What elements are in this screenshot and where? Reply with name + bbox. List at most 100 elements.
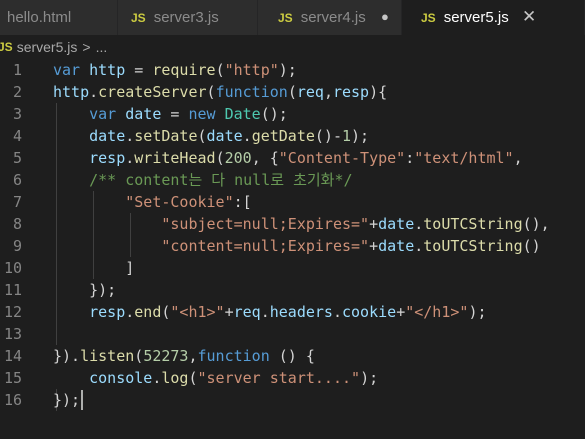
code-token: . xyxy=(242,127,252,145)
js-file-icon: JS xyxy=(421,10,436,25)
code-text: resp.writeHead(200, {"Content-Type":"tex… xyxy=(53,147,523,169)
code-token: ); xyxy=(278,61,297,79)
code-token: function xyxy=(215,83,288,101)
code-line[interactable]: 12 resp.end("<h1>"+req.headers.cookie+"<… xyxy=(0,301,585,323)
code-token: ); xyxy=(351,127,370,145)
code-token: log xyxy=(161,369,189,387)
code-text: var http = require("http"); xyxy=(53,59,297,81)
line-number: 7 xyxy=(12,193,22,211)
breadcrumb-more[interactable]: ... xyxy=(96,39,108,55)
code-token: req xyxy=(296,83,324,101)
code-token: ( xyxy=(134,347,144,365)
code-line[interactable]: 1 var http = require("http"); xyxy=(0,59,585,81)
code-token: ( xyxy=(287,83,297,101)
code-line[interactable]: 15 console.log("server start...."); xyxy=(0,367,585,389)
breadcrumb-file[interactable]: server5.js xyxy=(17,39,78,55)
code-line[interactable]: 6 /** content는 다 null로 초기화*/ xyxy=(0,169,585,191)
line-number: 11 xyxy=(3,281,22,299)
code-token: createServer xyxy=(98,83,207,101)
code-token: (), xyxy=(522,215,550,233)
code-token: . xyxy=(125,303,135,321)
code-line[interactable]: 13 xyxy=(0,323,585,345)
code-text: }).listen(52273,function () { xyxy=(53,345,315,367)
code-token: ( xyxy=(197,127,207,145)
code-token: ( xyxy=(215,61,225,79)
code-token: end xyxy=(134,303,162,321)
code-token: date xyxy=(378,215,415,233)
code-line[interactable]: 4 date.setDate(date.getDate()-1); xyxy=(0,125,585,147)
unsaved-changes-dot-icon[interactable]: ● xyxy=(381,9,389,24)
code-token: . xyxy=(414,215,424,233)
line-number: 2 xyxy=(12,83,22,101)
code-token: var xyxy=(89,105,117,123)
code-text: "subject=null;Expires="+date.toUTCString… xyxy=(53,213,550,235)
editor-tab-bar: hello.html JS server3.js JS server4.js ●… xyxy=(0,0,585,35)
line-number: 10 xyxy=(3,259,22,277)
code-editor[interactable]: 1 var http = require("http"); 2 http.create… xyxy=(0,59,585,439)
code-token: toUTCString xyxy=(423,237,523,255)
code-token: + xyxy=(396,303,406,321)
code-token: Date xyxy=(224,105,261,123)
line-number: 9 xyxy=(12,237,22,255)
tab-server4-js[interactable]: JS server4.js ● xyxy=(258,0,402,35)
code-token: http xyxy=(53,83,90,101)
code-line[interactable]: 14}).listen(52273,function () { xyxy=(0,345,585,367)
code-token: "content=null;Expires=" xyxy=(161,237,370,255)
code-token: ); xyxy=(360,369,379,387)
code-token: () xyxy=(522,237,541,255)
code-token: = xyxy=(125,61,153,79)
code-token: ){ xyxy=(369,83,388,101)
code-token: . xyxy=(89,83,99,101)
code-token: + xyxy=(224,303,234,321)
tab-server5-js[interactable]: JS server5.js ✕ xyxy=(402,0,585,35)
code-token: "http" xyxy=(224,61,279,79)
code-token: http xyxy=(89,61,126,79)
code-token: req xyxy=(233,303,261,321)
code-token: "<h1>" xyxy=(170,303,225,321)
code-token: = xyxy=(161,105,189,123)
code-line[interactable]: 8 "subject=null;Expires="+date.toUTCStri… xyxy=(0,213,585,235)
line-number: 4 xyxy=(12,127,22,145)
tab-label: server4.js xyxy=(300,9,366,26)
tab-server3-js[interactable]: JS server3.js xyxy=(118,0,258,35)
code-token: }); xyxy=(53,391,81,409)
code-token: , xyxy=(513,149,523,167)
chevron-right-icon: > xyxy=(82,39,91,55)
code-token: "server start...." xyxy=(197,369,361,387)
code-line[interactable]: 7 "Set-Cookie":[ xyxy=(0,191,585,213)
js-file-icon: JS xyxy=(131,10,146,25)
code-token: resp xyxy=(89,303,126,321)
code-text: "Set-Cookie":[ xyxy=(53,191,251,213)
code-token: 200 xyxy=(224,149,252,167)
line-number: 1 xyxy=(12,61,22,79)
code-line[interactable]: 10 ] xyxy=(0,257,585,279)
code-token: date xyxy=(378,237,415,255)
code-token: ( xyxy=(206,83,216,101)
code-token: . xyxy=(260,303,270,321)
js-file-icon: JS xyxy=(278,10,293,25)
code-line[interactable]: 11 }); xyxy=(0,279,585,301)
tab-hello-html[interactable]: hello.html xyxy=(0,0,118,35)
code-text: console.log("server start...."); xyxy=(53,367,378,389)
tab-label: server3.js xyxy=(153,9,219,26)
code-line[interactable]: 3 var date = new Date(); xyxy=(0,103,585,125)
js-file-icon: JS xyxy=(0,40,13,54)
code-line[interactable]: 5 resp.writeHead(200, {"Content-Type":"t… xyxy=(0,147,585,169)
code-line[interactable]: 2 http.createServer(function(req,resp){ xyxy=(0,81,585,103)
code-token: , xyxy=(188,347,198,365)
code-token: date xyxy=(206,127,243,145)
line-number: 8 xyxy=(12,215,22,233)
code-token: ); xyxy=(468,303,487,321)
code-token: . xyxy=(414,237,424,255)
code-line[interactable]: 9 "content=null;Expires="+date.toUTCStri… xyxy=(0,235,585,257)
code-line[interactable]: 16}); xyxy=(0,389,585,411)
code-token: getDate xyxy=(251,127,315,145)
line-number: 12 xyxy=(3,303,22,321)
close-tab-icon[interactable]: ✕ xyxy=(522,7,536,27)
